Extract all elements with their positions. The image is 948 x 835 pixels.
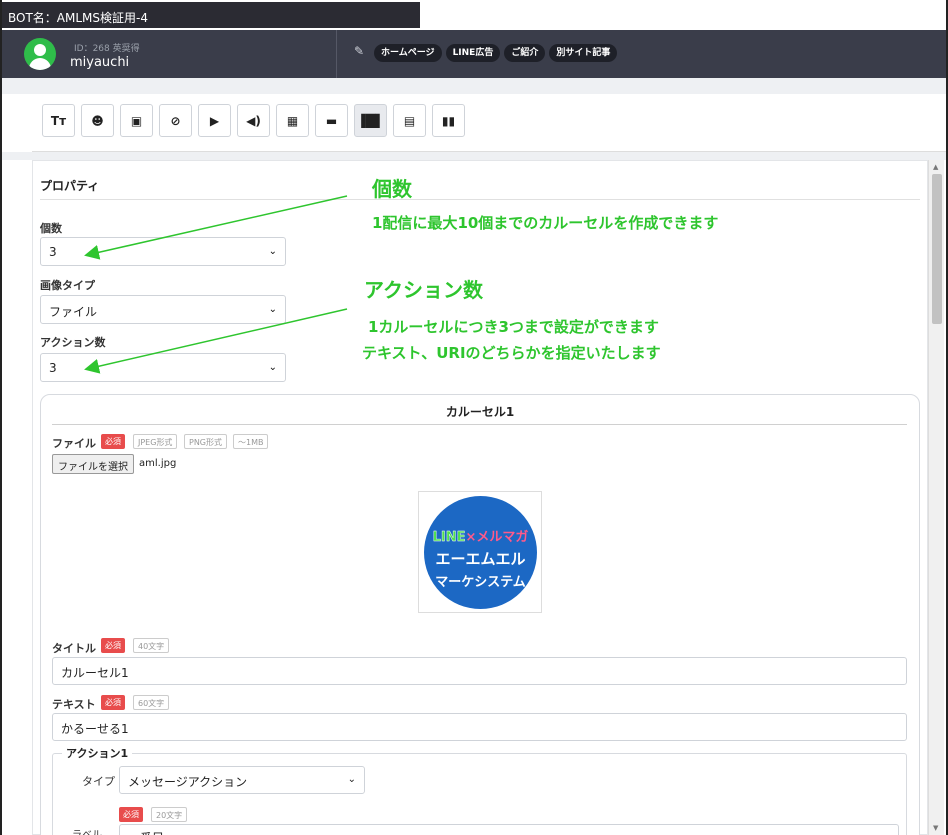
chevron-down-icon: ⌄ — [268, 362, 277, 373]
limit-badge: 60文字 — [133, 695, 170, 710]
action-type-value: メッセージアクション — [128, 775, 248, 789]
annotation-count-title: 個数 — [372, 177, 412, 201]
header-divider — [336, 30, 337, 78]
video-tool-icon[interactable]: ▶ — [198, 104, 231, 137]
pill-line-ads[interactable]: LINE広告 — [445, 44, 501, 62]
template-tool-icon[interactable]: ▤ — [393, 104, 426, 137]
label-input[interactable]: 一番目 — [119, 824, 899, 835]
count-select[interactable]: 3 ⌄ — [40, 237, 286, 266]
png-badge: PNG形式 — [184, 434, 228, 449]
text-input[interactable]: かるーせる1 — [52, 713, 907, 741]
limit-badge: 20文字 — [151, 807, 188, 822]
message-type-toolbar: Tт ☻ ▣ ⊘ ▶ ◀) ▦ ▬ ▐█▌ ▤ ▮▮ — [32, 94, 946, 152]
text-label: テキスト — [52, 698, 96, 711]
required-badge: 必須 — [119, 807, 143, 822]
image-type-value: ファイル — [49, 305, 98, 319]
label-label: ラベル — [72, 826, 102, 835]
spacer — [2, 152, 946, 160]
scrollbar[interactable]: ▲ ▼ — [928, 160, 944, 835]
user-header: ID：268 英奨得 miyauchi ✎ ホームページ LINE広告 ご紹介 … — [2, 30, 946, 78]
book-tool-icon[interactable]: ▮▮ — [432, 104, 465, 137]
user-name: miyauchi — [70, 55, 130, 70]
bot-name-bar: BOT名：AMLMS検証用-4 — [2, 2, 420, 28]
pill-homepage[interactable]: ホームページ — [374, 44, 442, 62]
user-id: ID：268 英奨得 — [74, 44, 140, 54]
properties-heading: プロパティ — [40, 179, 100, 193]
divider — [52, 424, 907, 425]
jpeg-badge: JPEG形式 — [133, 434, 178, 449]
pill-other-site-article[interactable]: 別サイト記事 — [549, 44, 618, 62]
type-label: タイプ — [82, 775, 115, 788]
scroll-down-icon[interactable]: ▼ — [933, 824, 938, 832]
pencil-icon[interactable]: ✎ — [354, 44, 368, 58]
image-type-select[interactable]: ファイル ⌄ — [40, 295, 286, 324]
action-count-value: 3 — [49, 361, 57, 375]
annotation-action-desc1: 1カルーセルにつき3つまで設定ができます — [368, 318, 659, 336]
required-badge: 必須 — [101, 695, 125, 710]
emoji-tool-icon[interactable]: ☻ — [81, 104, 114, 137]
link-tool-icon[interactable]: ⊘ — [159, 104, 192, 137]
annotation-action-title: アクション数 — [364, 278, 483, 302]
carousel-heading: カルーセル1 — [445, 405, 515, 419]
annotation-count-desc: 1配信に最大10個までのカルーセルを作成できます — [372, 214, 719, 232]
count-label: 個数 — [40, 222, 62, 235]
audio-tool-icon[interactable]: ◀) — [237, 104, 270, 137]
spacer — [2, 78, 946, 94]
action1-legend: アクション1 — [62, 745, 133, 761]
required-badge: 必須 — [101, 434, 125, 449]
title-label: タイトル — [52, 642, 96, 655]
annotation-action-desc2: テキスト、URIのどちらかを指定いたします — [362, 344, 661, 362]
app-frame: BOT名：AMLMS検証用-4 ID：268 英奨得 miyauchi ✎ ホー… — [0, 0, 948, 835]
scroll-thumb[interactable] — [932, 174, 942, 324]
chevron-down-icon: ⌄ — [268, 246, 277, 257]
image-preview: LINE×メルマガ エーエムエル マーケシステム — [418, 491, 542, 613]
size-badge: ～1MB — [233, 434, 269, 449]
count-value: 3 — [49, 245, 57, 259]
action-type-select[interactable]: メッセージアクション ⌄ — [119, 766, 365, 794]
choose-file-button[interactable]: ファイルを選択 — [52, 454, 134, 474]
title-bar: BOT名：AMLMS検証用-4 — [2, 0, 946, 30]
image-type-label: 画像タイプ — [40, 279, 95, 292]
text-tool-icon[interactable]: Tт — [42, 104, 75, 137]
required-badge: 必須 — [101, 638, 125, 653]
limit-badge: 40文字 — [133, 638, 170, 653]
action-count-label: アクション数 — [40, 336, 106, 349]
aml-logo: LINE×メルマガ エーエムエル マーケシステム — [424, 496, 537, 609]
file-label: ファイル — [52, 437, 96, 450]
avatar[interactable] — [24, 38, 56, 70]
nav-pills: ホームページ LINE広告 ご紹介 別サイト記事 — [374, 44, 618, 62]
imagemap-tool-icon[interactable]: ▦ — [276, 104, 309, 137]
title-input[interactable]: カルーセル1 — [52, 657, 907, 685]
chevron-down-icon: ⌄ — [268, 304, 277, 315]
pill-introduction[interactable]: ご紹介 — [504, 44, 546, 62]
action-count-select[interactable]: 3 ⌄ — [40, 353, 286, 382]
divider — [40, 199, 920, 200]
carousel-tool-icon[interactable]: ▐█▌ — [354, 104, 387, 137]
bot-name: BOT名：AMLMS検証用-4 — [8, 11, 148, 25]
scroll-up-icon[interactable]: ▲ — [933, 163, 938, 171]
chevron-down-icon: ⌄ — [347, 774, 356, 785]
image-tool-icon[interactable]: ▣ — [120, 104, 153, 137]
button-tool-icon[interactable]: ▬ — [315, 104, 348, 137]
file-name: aml.jpg — [139, 458, 177, 469]
